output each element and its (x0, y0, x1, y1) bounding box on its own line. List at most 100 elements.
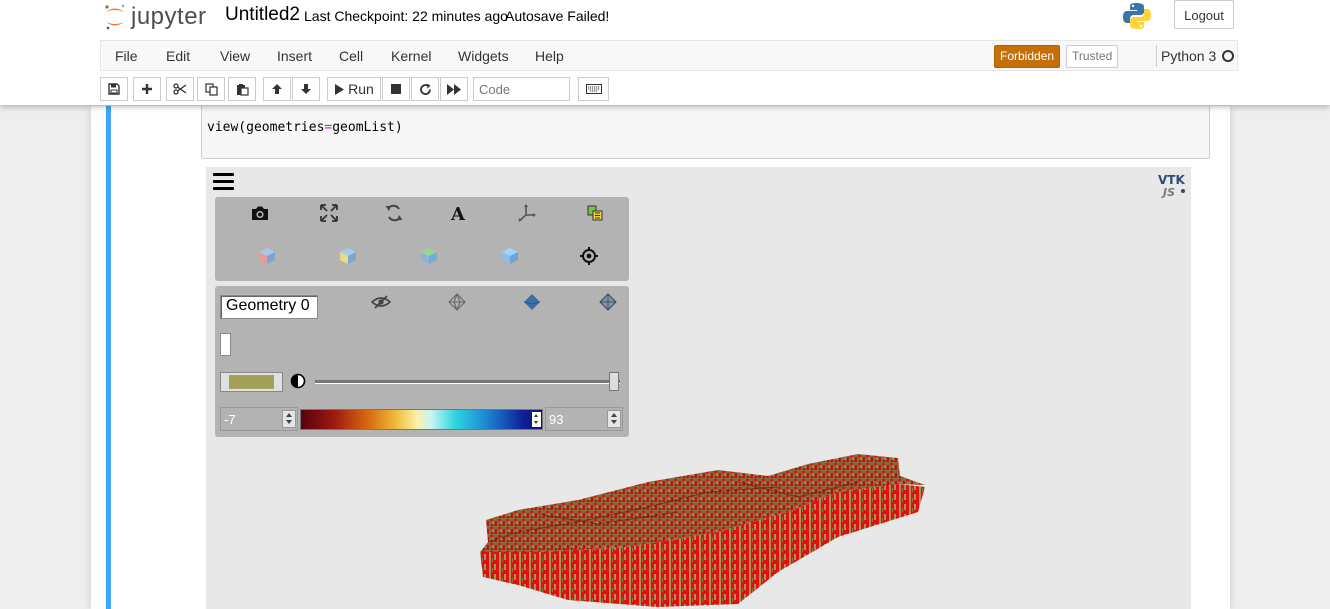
keyboard-icon (585, 84, 602, 94)
menu-insert[interactable]: Insert (277, 48, 312, 64)
visibility-off-icon (371, 295, 391, 309)
range-max-input[interactable]: 93 (545, 407, 623, 431)
code-cell-input[interactable]: view(geometries=geomList) (201, 106, 1210, 159)
menu-edit[interactable]: Edit (166, 48, 190, 64)
geometry-options-toggle[interactable] (220, 333, 231, 356)
save-button[interactable] (100, 77, 128, 101)
color-legend-icon (587, 205, 603, 221)
python-logo-icon (1123, 3, 1151, 29)
range-max-spinner-icon[interactable] (607, 410, 621, 428)
menu-toggle-icon[interactable] (213, 173, 234, 190)
svg-text:JS: JS (1161, 186, 1175, 199)
screenshot-button[interactable] (248, 201, 272, 225)
fullscreen-icon (320, 204, 338, 222)
restart-button[interactable] (411, 77, 439, 101)
move-up-button[interactable] (263, 77, 291, 101)
interrupt-button[interactable] (382, 77, 410, 101)
jupyter-logo[interactable]: jupyter (103, 2, 207, 32)
stop-icon (391, 84, 401, 94)
opacity-slider-handle[interactable] (609, 372, 619, 391)
font-icon: A (450, 204, 466, 222)
run-label: Run (348, 81, 374, 97)
geometry-color-picker[interactable] (220, 372, 283, 392)
svg-text:A: A (450, 204, 466, 222)
command-palette-button[interactable] (578, 77, 609, 101)
move-down-button[interactable] (292, 77, 320, 101)
vtkjs-logo-icon: VTK JS (1158, 173, 1185, 199)
menubar: File Edit View Insert Cell Kernel Widget… (100, 40, 1238, 71)
reset-camera-button[interactable] (317, 201, 341, 225)
center-button[interactable] (577, 244, 601, 268)
plus-icon (142, 84, 152, 94)
surface-edges-icon (599, 293, 617, 311)
paste-button[interactable] (228, 77, 256, 101)
view-controls-panel (215, 197, 629, 281)
menu-view[interactable]: View (220, 48, 250, 64)
play-icon (335, 83, 345, 95)
colormap-select[interactable] (300, 409, 543, 430)
cell-type-select[interactable] (473, 77, 570, 101)
header: jupyter Untitled2 Last Checkpoint: 22 mi… (0, 0, 1330, 105)
cube-view-iso-icon (502, 248, 518, 264)
surface-icon (523, 294, 541, 310)
arrow-up-icon (272, 84, 282, 94)
range-max-value: 93 (549, 412, 564, 427)
view-x-button[interactable] (255, 244, 279, 268)
cut-icon (173, 83, 187, 95)
notebook-name[interactable]: Untitled2 (225, 4, 300, 26)
opacity-icon (290, 373, 306, 389)
cube-view-y-icon (340, 248, 356, 264)
color-legend-button[interactable] (583, 201, 607, 225)
text-toggle-button[interactable]: A (446, 201, 470, 225)
logout-button[interactable]: Logout (1174, 0, 1234, 29)
menu-cell[interactable]: Cell (339, 48, 363, 64)
paste-icon (236, 83, 249, 96)
visibility-button[interactable] (369, 290, 393, 314)
fast-forward-icon (447, 83, 461, 95)
cut-button[interactable] (166, 77, 194, 101)
copy-button[interactable] (197, 77, 225, 101)
autosave-status: Autosave Failed! (505, 8, 610, 24)
insert-cell-button[interactable] (133, 77, 161, 101)
checkpoint-status: Last Checkpoint: 22 minutes ago (304, 8, 508, 24)
geometry-name-field[interactable]: Geometry 0 (220, 295, 318, 319)
cube-view-z-icon (421, 248, 437, 264)
restart-run-all-button[interactable] (440, 77, 468, 101)
rotate-icon (385, 204, 403, 222)
rotate-button[interactable] (382, 201, 406, 225)
camera-icon (252, 206, 268, 220)
center-target-icon (580, 247, 598, 265)
range-min-value: -7 (224, 412, 236, 427)
wireframe-button[interactable] (445, 290, 469, 314)
selected-cell-indicator (106, 106, 111, 609)
menu-widgets[interactable]: Widgets (458, 48, 509, 64)
kernel-name: Python 3 (1161, 48, 1217, 64)
view-y-button[interactable] (336, 244, 360, 268)
opacity-slider[interactable] (315, 380, 620, 384)
rendered-geometry[interactable] (478, 452, 930, 609)
range-min-spinner-icon[interactable] (282, 410, 296, 428)
trusted-badge[interactable]: Trusted (1066, 45, 1119, 68)
code-argument: geomList) (332, 120, 403, 135)
axes-icon (518, 204, 536, 222)
run-button[interactable]: Run (327, 77, 381, 101)
forbidden-badge[interactable]: Forbidden (994, 45, 1061, 68)
restart-icon (419, 83, 431, 95)
surface-edges-button[interactable] (596, 290, 620, 314)
view-iso-button[interactable] (498, 244, 522, 268)
menu-file[interactable]: File (115, 48, 138, 64)
kernel-separator (1156, 45, 1157, 67)
code-line: view(geometries=geomList) (207, 120, 403, 135)
cube-view-x-icon (259, 248, 275, 264)
axes-toggle-button[interactable] (515, 201, 539, 225)
code-call: view(geometries (207, 120, 325, 135)
view-z-button[interactable] (417, 244, 441, 268)
menu-help[interactable]: Help (535, 48, 564, 64)
range-min-input[interactable]: -7 (220, 407, 298, 431)
menu-kernel[interactable]: Kernel (391, 48, 431, 64)
surface-button[interactable] (520, 290, 544, 314)
copy-icon (204, 82, 218, 96)
jupyter-logo-icon (105, 4, 125, 30)
geometry-color-swatch (229, 375, 274, 389)
colormap-dropdown-icon (532, 412, 541, 427)
